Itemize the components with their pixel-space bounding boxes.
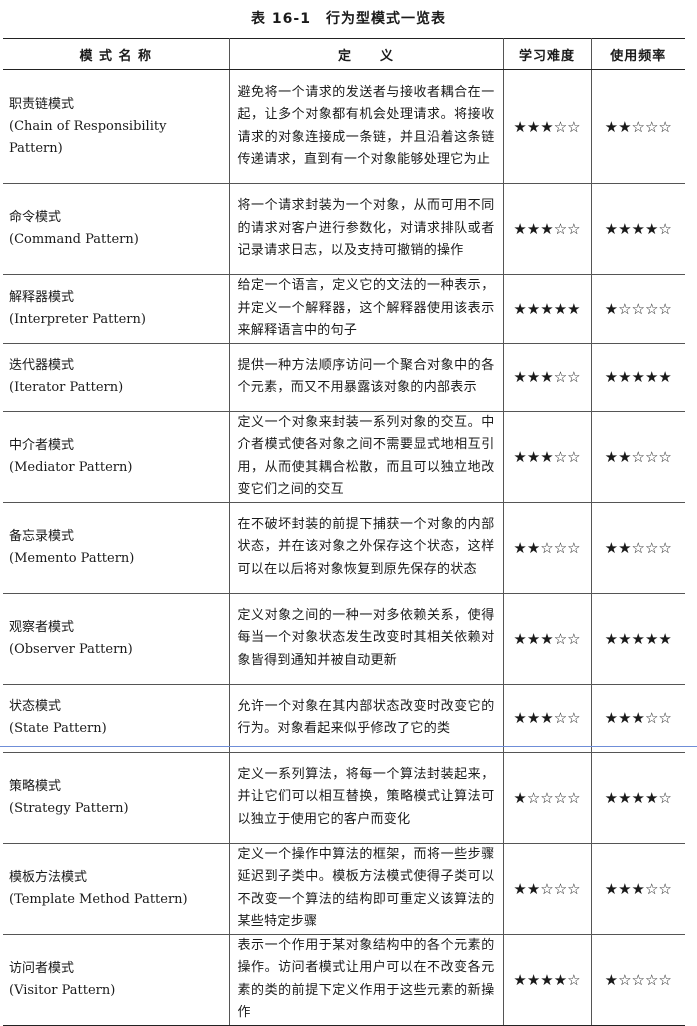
pattern-name: 观察者模式 [9, 619, 75, 635]
pattern-name: 解释器模式 [9, 289, 75, 305]
table-row: 迭代器模式 (Iterator Pattern) 提供一种方法顺序访问一个聚合对象… [3, 342, 685, 412]
pattern-name-cell: 职责链模式 (Chain of Responsibility Pattern) [3, 69, 230, 184]
table-row: 职责链模式 (Chain of Responsibility Pattern) 避… [3, 69, 685, 184]
pattern-name-cell: 中介者模式 (Mediator Pattern) [3, 410, 230, 503]
pattern-english-name: (Memento Pattern) [9, 550, 135, 566]
table-row: 策略模式 (Strategy Pattern) 定义一系列算法，将每一个算法封装起… [3, 751, 685, 844]
pattern-definition: 给定一个语言，定义它的文法的一种表示，并定义一个解释器，这个解释器使用该表示来解… [228, 274, 504, 344]
header-row: 模 式 名 称 定 义 学习难度 使用频率 [3, 38, 685, 70]
pattern-definition: 定义一个对象来封装一系列对象的交互。中介者模式使各对象之间不需要显式地相互引用，… [228, 410, 504, 503]
pattern-name: 策略模式 [9, 778, 62, 794]
table-row: 访问者模式 (Visitor Pattern) 表示一个作用于某对象结构中的各个元… [3, 933, 685, 1026]
table-row: 解释器模式 (Interpreter Pattern) 给定一个语言，定义它的文法… [3, 274, 685, 344]
pattern-name: 模板方法模式 [9, 869, 88, 885]
pattern-definition: 在不破坏封装的前提下捕获一个对象的内部状态，并在该对象之外保存这个状态，这样可以… [228, 501, 504, 594]
pattern-english-name: (Command Pattern) [9, 232, 139, 247]
pattern-name-cell: 策略模式 (Strategy Pattern) [3, 751, 230, 844]
pattern-name-cell: 迭代器模式 (Iterator Pattern) [3, 342, 230, 412]
pattern-name-cell: 备忘录模式 (Memento Pattern) [3, 501, 230, 594]
header-frequency: 使用频率 [590, 38, 685, 70]
pattern-english-name: (Chain of Responsibility Pattern) [9, 118, 167, 156]
pattern-name-cell: 访问者模式 (Visitor Pattern) [3, 933, 230, 1026]
pattern-definition: 定义一系列算法，将每一个算法封装起来，并让它们可以相互替换，策略模式让算法可以独… [228, 751, 504, 844]
table-row: 观察者模式 (Observer Pattern) 定义对象之间的一种一对多依赖关系… [3, 592, 685, 685]
pattern-english-name: (State Pattern) [9, 721, 107, 736]
pattern-english-name: (Strategy Pattern) [9, 800, 129, 816]
pattern-name: 迭代器模式 [9, 358, 75, 373]
difficulty-stars: ★★☆☆☆ [502, 501, 592, 594]
pattern-definition: 定义对象之间的一种一对多依赖关系，使得每当一个对象状态发生改变时其相关依赖对象皆… [228, 592, 504, 685]
table-row: 状态模式 (State Pattern) 允许一个对象在其内部状态改变时改变它的行… [3, 683, 685, 753]
pattern-definition: 允许一个对象在其内部状态改变时改变它的行为。对象看起来似乎修改了它的类 [228, 683, 504, 753]
pattern-english-name: (Mediator Pattern) [9, 459, 133, 475]
frequency-stars: ★★☆☆☆ [590, 410, 685, 503]
frequency-stars: ★☆☆☆☆ [590, 274, 685, 344]
difficulty-stars: ★★★☆☆ [502, 342, 592, 412]
table-row: 中介者模式 (Mediator Pattern) 定义一个对象来封装一系列对象的交… [3, 410, 685, 503]
pattern-name: 中介者模式 [9, 437, 75, 453]
pattern-english-name: (Interpreter Pattern) [9, 311, 146, 327]
table-caption: 表 16-1 行为型模式一览表 [251, 11, 446, 27]
table-row: 模板方法模式 (Template Method Pattern) 定义一个操作中算… [3, 842, 685, 935]
pattern-english-name: (Observer Pattern) [9, 641, 133, 657]
difficulty-stars: ★★☆☆☆ [502, 842, 592, 935]
frequency-stars: ★★★☆☆ [590, 842, 685, 935]
header-difficulty: 学习难度 [502, 38, 592, 70]
pattern-definition: 避免将一个请求的发送者与接收者耦合在一起，让多个对象都有机会处理请求。将接收请求… [228, 69, 504, 184]
table-row: 命令模式 (Command Pattern) 将一个请求封装为一个对象，从而可用不… [3, 183, 685, 275]
difficulty-stars: ★★★☆☆ [502, 69, 592, 184]
difficulty-stars: ★★★★☆ [502, 933, 592, 1026]
pattern-name: 命令模式 [9, 210, 62, 225]
page-split-line [0, 746, 697, 747]
difficulty-stars: ★★★☆☆ [502, 183, 592, 275]
difficulty-stars: ★★★☆☆ [502, 592, 592, 685]
pattern-definition: 定义一个操作中算法的框架，而将一些步骤延迟到子类中。模板方法模式使得子类可以不改… [228, 842, 504, 935]
frequency-stars: ★★★★★ [590, 342, 685, 412]
pattern-name-cell: 解释器模式 (Interpreter Pattern) [3, 274, 230, 344]
frequency-stars: ★★★★☆ [590, 751, 685, 844]
table-row: 备忘录模式 (Memento Pattern) 在不破坏封装的前提下捕获一个对象的… [3, 501, 685, 594]
pattern-name: 访问者模式 [9, 960, 75, 976]
frequency-stars: ★★★★☆ [590, 183, 685, 275]
pattern-definition: 表示一个作用于某对象结构中的各个元素的操作。访问者模式让用户可以在不改变各元素的… [228, 933, 504, 1026]
frequency-stars: ★★☆☆☆ [590, 501, 685, 594]
frequency-stars: ★★★★★ [590, 592, 685, 685]
frequency-stars: ★★★☆☆ [590, 683, 685, 753]
pattern-english-name: (Template Method Pattern) [9, 891, 188, 907]
pattern-english-name: (Visitor Pattern) [9, 982, 116, 998]
pattern-name-cell: 命令模式 (Command Pattern) [3, 183, 230, 275]
difficulty-stars: ★☆☆☆☆ [502, 751, 592, 844]
pattern-name: 状态模式 [9, 699, 62, 714]
difficulty-stars: ★★★☆☆ [502, 410, 592, 503]
pattern-name-cell: 观察者模式 (Observer Pattern) [3, 592, 230, 685]
frequency-stars: ★★☆☆☆ [590, 69, 685, 184]
pattern-definition: 将一个请求封装为一个对象，从而可用不同的请求对客户进行参数化，对请求排队或者记录… [228, 183, 504, 275]
difficulty-stars: ★★★☆☆ [502, 683, 592, 753]
header-pattern-name: 模 式 名 称 [3, 38, 230, 70]
behavioral-patterns-table: 模 式 名 称 定 义 学习难度 使用频率 职责链模式 (Chain of Res… [3, 38, 685, 1026]
pattern-definition: 提供一种方法顺序访问一个聚合对象中的各个元素，而又不用暴露该对象的内部表示 [228, 342, 504, 412]
pattern-name: 备忘录模式 [9, 528, 75, 544]
pattern-english-name: (Iterator Pattern) [9, 380, 124, 395]
difficulty-stars: ★★★★★ [502, 274, 592, 344]
pattern-name-cell: 模板方法模式 (Template Method Pattern) [3, 842, 230, 935]
pattern-name: 职责链模式 [9, 96, 75, 112]
header-definition: 定 义 [228, 38, 504, 70]
pattern-name-cell: 状态模式 (State Pattern) [3, 683, 230, 753]
frequency-stars: ★☆☆☆☆ [590, 933, 685, 1026]
